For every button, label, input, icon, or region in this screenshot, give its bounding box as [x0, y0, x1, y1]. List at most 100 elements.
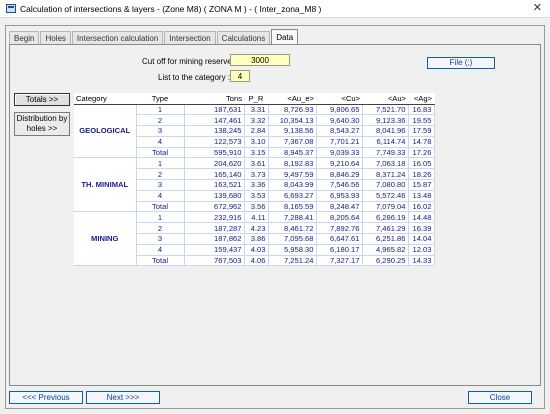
category-label: List to the category : — [158, 73, 231, 82]
app-icon — [6, 4, 16, 13]
au-cell: 7,063.18 — [362, 157, 409, 170]
tab-intersection-calculation[interactable]: Intersection calculation — [71, 31, 164, 45]
p-r-cell: 3.32 — [244, 114, 269, 127]
next-button[interactable]: Next >>> — [86, 391, 160, 404]
col-p-r: P_R — [244, 93, 268, 105]
category-cell: TH. MINIMAL — [74, 157, 137, 213]
tab-calculations[interactable]: Calculations — [216, 31, 271, 45]
au-e-cell: 7,251.24 — [268, 255, 317, 267]
ag-cell: 15.87 — [408, 179, 435, 191]
ag-cell: 17.26 — [408, 147, 435, 159]
tab-begin[interactable]: Begin — [9, 31, 40, 45]
col-type: Type — [136, 93, 184, 105]
au-cell: 5,572.46 — [362, 190, 409, 202]
category-cell: MINING — [74, 211, 137, 267]
au-e-cell: 7,367.08 — [268, 136, 317, 148]
au-cell: 6,114.74 — [362, 136, 409, 148]
category-input[interactable]: 4 — [230, 70, 250, 82]
type-cell: Total — [136, 255, 185, 267]
type-cell: 2 — [136, 114, 185, 127]
col-cu: <Cu> — [316, 93, 362, 105]
type-cell: 1 — [136, 157, 185, 170]
tons-cell: 187,631 — [184, 104, 245, 116]
close-button[interactable]: Close — [468, 391, 532, 404]
au-cell: 4,965.82 — [362, 244, 409, 256]
tons-cell: 204,620 — [184, 157, 245, 170]
previous-button[interactable]: <<< Previous — [9, 391, 83, 404]
tons-cell: 147,461 — [184, 114, 245, 127]
tons-cell: 138,245 — [184, 125, 245, 137]
tons-cell: 595,910 — [184, 147, 245, 159]
title-bar: Calculation of intersections & layers - … — [0, 0, 550, 18]
cu-cell: 6,953.93 — [316, 190, 363, 202]
tab-holes[interactable]: Holes — [40, 31, 71, 45]
ag-cell: 14.04 — [408, 233, 435, 245]
au-e-cell: 5,958.30 — [268, 244, 317, 256]
tons-cell: 187,287 — [184, 222, 245, 235]
type-cell: 4 — [136, 136, 185, 148]
au-e-cell: 8,165.59 — [268, 201, 317, 213]
type-cell: 1 — [136, 211, 185, 224]
window-title: Calculation of intersections & layers - … — [20, 3, 322, 14]
ag-cell: 12.03 — [408, 244, 435, 256]
ag-cell: 14.48 — [408, 211, 435, 224]
cu-cell: 6,180.17 — [316, 244, 363, 256]
type-cell: 2 — [136, 222, 185, 235]
p-r-cell: 3.10 — [244, 136, 269, 148]
type-cell: Total — [136, 147, 185, 159]
ag-cell: 14.78 — [408, 136, 435, 148]
ag-cell: 17.59 — [408, 125, 435, 137]
col-tons: Tons — [184, 93, 244, 105]
au-cell: 8,371.24 — [362, 168, 409, 181]
au-e-cell: 8,192.83 — [268, 157, 317, 170]
cu-cell: 9,210.64 — [316, 157, 363, 170]
distribution-by-holes-button[interactable]: Distribution by holes >> — [14, 112, 70, 136]
file-button[interactable]: File (;) — [427, 57, 495, 69]
au-e-cell: 9,497.59 — [268, 168, 317, 181]
cu-cell: 7,327.17 — [316, 255, 363, 267]
au-cell: 7,461.29 — [362, 222, 409, 235]
tab-intersection[interactable]: Intersection — [164, 31, 216, 45]
tons-cell: 163,521 — [184, 179, 245, 191]
ag-cell: 18.26 — [408, 168, 435, 181]
p-r-cell: 3.31 — [244, 104, 269, 116]
cu-cell: 9,039.33 — [316, 147, 363, 159]
ag-cell: 19.55 — [408, 114, 435, 127]
cu-cell: 8,205.64 — [316, 211, 363, 224]
au-cell: 8,041.96 — [362, 125, 409, 137]
type-cell: 3 — [136, 179, 185, 191]
cu-cell: 9,640.30 — [316, 114, 363, 127]
type-cell: 2 — [136, 168, 185, 181]
p-r-cell: 4.03 — [244, 244, 269, 256]
cutoff-input[interactable]: 3000 — [230, 54, 290, 66]
window-close-icon[interactable]: ✕ — [533, 2, 542, 15]
cu-cell: 7,546.56 — [316, 179, 363, 191]
p-r-cell: 4.06 — [244, 255, 269, 267]
cu-cell: 6,647.61 — [316, 233, 363, 245]
au-e-cell: 6,693.27 — [268, 190, 317, 202]
au-e-cell: 8,043.99 — [268, 179, 317, 191]
au-cell: 9,123.36 — [362, 114, 409, 127]
ag-cell: 16.02 — [408, 201, 435, 213]
au-e-cell: 7,288.41 — [268, 211, 317, 224]
table-row: TH. MINIMAL 1 204,620 3.61 8,192.83 9,210.64 7… — [74, 157, 435, 213]
table-row: MINING 1 232,916 4.11 7,288.41 8,205.64 6,286.… — [74, 211, 435, 267]
table-header-row: Category Type Tons P_R <Au_e> <Cu> <Au> … — [74, 93, 434, 105]
cutoff-label: Cut off for mining reserves — [142, 57, 236, 66]
au-e-cell: 8,945.37 — [268, 147, 317, 159]
type-cell: 4 — [136, 190, 185, 202]
ag-cell: 16.05 — [408, 157, 435, 170]
type-cell: 3 — [136, 125, 185, 137]
p-r-cell: 3.53 — [244, 190, 269, 202]
p-r-cell: 4.11 — [244, 211, 269, 224]
totals-button[interactable]: Totals >> — [14, 93, 70, 106]
cu-cell: 8,846.29 — [316, 168, 363, 181]
col-category: Category — [74, 93, 136, 105]
cu-cell: 9,806.65 — [316, 104, 363, 116]
type-cell: 4 — [136, 244, 185, 256]
au-e-cell: 9,138.56 — [268, 125, 317, 137]
col-au-e: <Au_e> — [268, 93, 316, 105]
type-cell: 3 — [136, 233, 185, 245]
tab-data[interactable]: Data — [271, 29, 299, 45]
tons-cell: 232,916 — [184, 211, 245, 224]
